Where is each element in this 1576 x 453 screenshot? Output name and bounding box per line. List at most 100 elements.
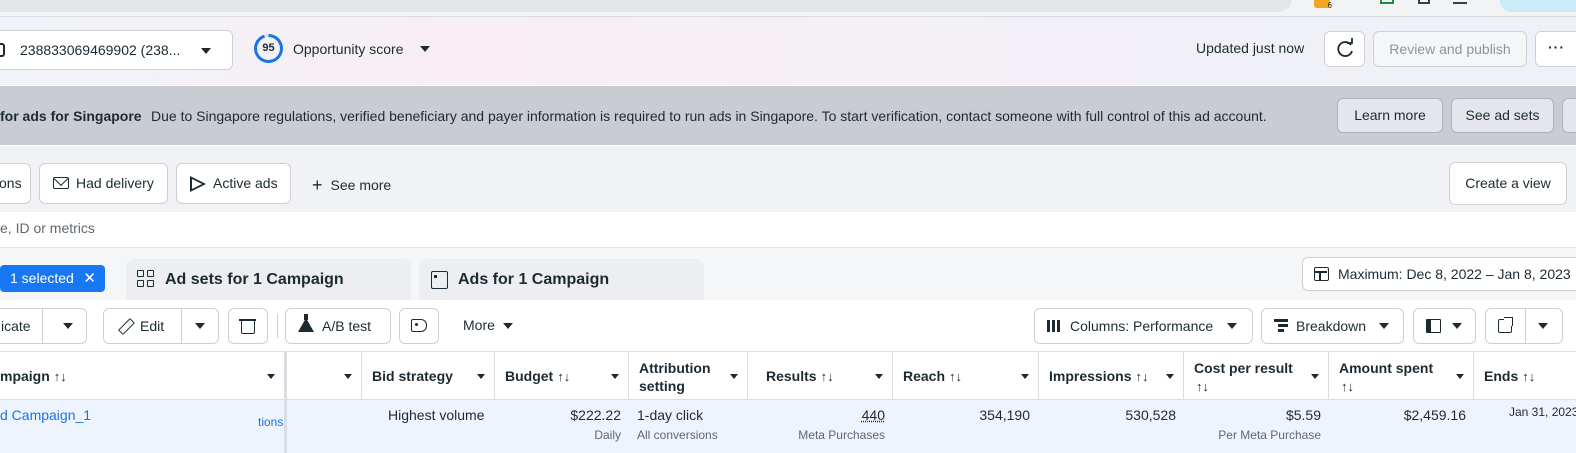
see-more-button[interactable]: + See more bbox=[312, 174, 391, 195]
learn-more-button[interactable]: Learn more bbox=[1337, 98, 1443, 133]
more-actions-button[interactable]: More bbox=[463, 317, 513, 333]
column-header-budget[interactable]: Budget ↑↓ bbox=[495, 352, 629, 400]
sort-icon: ↑↓ bbox=[949, 369, 963, 384]
chevron-down-icon[interactable] bbox=[611, 374, 619, 379]
ends-value: Jan 31, 2023 bbox=[1509, 405, 1576, 419]
see-ad-sets-button[interactable]: See ad sets bbox=[1451, 98, 1554, 133]
date-range-picker[interactable]: Maximum: Dec 8, 2022 – Jan 8, 2023 bbox=[1302, 257, 1576, 291]
results-value[interactable]: 440 bbox=[862, 407, 885, 423]
extension-icon[interactable] bbox=[1380, 0, 1394, 4]
more-actions-label: More bbox=[463, 317, 495, 333]
chevron-down-icon[interactable] bbox=[63, 323, 73, 329]
refresh-icon bbox=[1337, 38, 1353, 57]
column-label-text: Ends bbox=[1484, 368, 1519, 384]
column-header-attribution[interactable]: Attribution setting bbox=[629, 352, 748, 400]
chevron-down-icon[interactable] bbox=[1538, 323, 1548, 329]
chevron-down-icon bbox=[1452, 323, 1462, 329]
flask-icon bbox=[298, 314, 314, 332]
columns-icon bbox=[1047, 320, 1061, 332]
page-header: 238833069469902 (238... 95 Opportunity s… bbox=[0, 17, 1576, 85]
reports-button[interactable] bbox=[1413, 308, 1476, 344]
toolbar-divider bbox=[277, 314, 278, 338]
banner-title: for ads for Singapore bbox=[0, 108, 142, 124]
sort-icon: ↑↓ bbox=[53, 369, 67, 384]
banner-extra-button[interactable] bbox=[1562, 98, 1576, 133]
amount-spent-value: $2,459.16 bbox=[1403, 407, 1466, 423]
chevron-down-icon[interactable] bbox=[1311, 374, 1319, 379]
close-icon[interactable]: ✕ bbox=[83, 265, 96, 292]
column-header-campaign[interactable]: mpaign ↑↓ bbox=[0, 352, 285, 400]
sort-icon: ↑↓ bbox=[1341, 379, 1354, 394]
extension-icon[interactable] bbox=[1453, 0, 1467, 4]
active-ads-filter[interactable]: Active ads bbox=[176, 163, 291, 204]
frozen-column-divider[interactable] bbox=[284, 352, 287, 453]
column-header-results[interactable]: Results ↑↓ bbox=[748, 352, 893, 400]
create-view-button[interactable]: Create a view bbox=[1449, 162, 1567, 205]
breakdown-icon bbox=[1274, 319, 1288, 333]
more-options-button[interactable]: ··· bbox=[1535, 31, 1576, 67]
tag-button[interactable] bbox=[399, 308, 439, 344]
ab-test-button[interactable]: A/B test bbox=[285, 308, 391, 344]
opportunity-score-ring[interactable]: 95 bbox=[254, 34, 283, 63]
column-label: mpaign ↑↓ bbox=[0, 368, 67, 384]
delete-button[interactable] bbox=[228, 308, 268, 344]
duplicate-button[interactable]: icate bbox=[0, 308, 87, 344]
status-link[interactable]: tions bbox=[258, 415, 283, 429]
address-bar[interactable] bbox=[0, 0, 1292, 12]
chevron-down-icon[interactable] bbox=[344, 374, 352, 379]
review-and-publish-button[interactable]: Review and publish bbox=[1373, 31, 1527, 67]
calendar-icon bbox=[1314, 267, 1329, 281]
chevron-down-icon[interactable] bbox=[1166, 374, 1174, 379]
column-header-impressions[interactable]: Impressions ↑↓ bbox=[1039, 352, 1184, 400]
duplicate-label: icate bbox=[1, 318, 31, 334]
column-label: Budget ↑↓ bbox=[505, 368, 570, 384]
sort-icon: ↑↓ bbox=[820, 369, 834, 384]
ad-account-selector[interactable]: 238833069469902 (238... bbox=[0, 30, 233, 70]
column-header-ends[interactable]: Ends ↑↓ bbox=[1474, 352, 1576, 400]
tab-ads[interactable]: Ads for 1 Campaign bbox=[419, 259, 704, 300]
refresh-button[interactable] bbox=[1324, 31, 1365, 67]
tab-ads-label: Ads for 1 Campaign bbox=[458, 271, 610, 288]
opportunity-score-value: 95 bbox=[262, 42, 275, 54]
had-delivery-filter[interactable]: Had delivery bbox=[39, 163, 168, 204]
account-icon bbox=[0, 43, 5, 57]
export-button[interactable] bbox=[1485, 308, 1563, 344]
chevron-down-icon[interactable] bbox=[420, 46, 430, 52]
impressions-value: 530,528 bbox=[1125, 407, 1176, 423]
divider bbox=[42, 309, 43, 343]
opportunity-score-label[interactable]: Opportunity score bbox=[293, 41, 404, 57]
column-label: Reach ↑↓ bbox=[903, 368, 962, 384]
column-header-bid-strategy[interactable]: Bid strategy bbox=[362, 352, 495, 400]
campaigns-selected-pill[interactable]: 1 selected ✕ bbox=[0, 265, 105, 292]
column-header-delivery[interactable] bbox=[285, 352, 362, 400]
filter-chip[interactable]: ons bbox=[0, 163, 31, 204]
column-header-reach[interactable]: Reach ↑↓ bbox=[893, 352, 1039, 400]
search-bar bbox=[0, 212, 1576, 248]
table-row[interactable]: d Campaign_1 tions Highest volume $222.2… bbox=[0, 400, 1576, 453]
chevron-down-icon[interactable] bbox=[267, 374, 275, 379]
chevron-down-icon[interactable] bbox=[477, 374, 485, 379]
edit-label: Edit bbox=[140, 318, 165, 334]
reports-icon bbox=[1426, 319, 1441, 333]
grid-icon bbox=[137, 270, 156, 289]
profile-button[interactable] bbox=[1500, 0, 1576, 12]
columns-button[interactable]: Columns: Performance bbox=[1034, 308, 1253, 344]
chevron-down-icon[interactable] bbox=[875, 374, 883, 379]
extension-icon[interactable]: 6 bbox=[1314, 0, 1332, 10]
column-header-amount-spent[interactable]: Amount spent ↑↓ bbox=[1329, 352, 1474, 400]
divider bbox=[181, 309, 182, 343]
banner-message: Due to Singapore regulations, verified b… bbox=[151, 108, 1267, 124]
chevron-down-icon[interactable] bbox=[1021, 374, 1029, 379]
chevron-down-icon[interactable] bbox=[730, 374, 738, 379]
tab-ad-sets[interactable]: Ad sets for 1 Campaign bbox=[126, 259, 411, 300]
chevron-down-icon[interactable] bbox=[1456, 374, 1464, 379]
chevron-down-icon[interactable] bbox=[195, 323, 205, 329]
campaign-name-link[interactable]: d Campaign_1 bbox=[0, 407, 91, 423]
column-label: Impressions ↑↓ bbox=[1049, 368, 1148, 384]
chevron-down-icon bbox=[1227, 323, 1237, 329]
column-header-cost-per-result[interactable]: Cost per result ↑↓ bbox=[1184, 352, 1329, 400]
search-input[interactable] bbox=[0, 220, 900, 236]
extension-icon[interactable] bbox=[1418, 0, 1430, 4]
breakdown-button[interactable]: Breakdown bbox=[1261, 308, 1404, 344]
edit-button[interactable]: Edit bbox=[103, 308, 219, 344]
